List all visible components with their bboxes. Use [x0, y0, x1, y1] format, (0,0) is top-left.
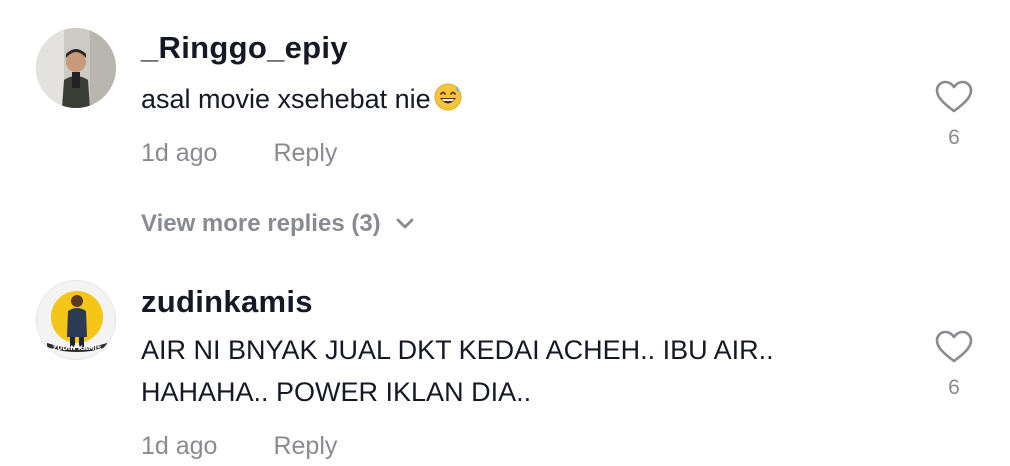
heart-outline-icon[interactable] — [935, 80, 973, 114]
username[interactable]: _Ringgo_epiy — [141, 30, 348, 66]
chevron-down-icon — [396, 218, 414, 229]
username[interactable]: zudinkamis — [141, 284, 313, 320]
comment-meta: 1d ago Reply — [141, 139, 337, 168]
timestamp: 1d ago — [141, 139, 218, 167]
comment-text-line: HAHAHA.. POWER IKLAN DIA.. — [141, 377, 532, 407]
like-button[interactable]: 6 — [926, 80, 982, 150]
comment-text-line: AIR NI BNYAK JUAL DKT KEDAI ACHEH.. IBU … — [141, 335, 774, 365]
reply-button[interactable]: Reply — [273, 432, 337, 461]
view-more-replies-button[interactable]: View more replies (3) — [141, 210, 415, 238]
avatar[interactable] — [36, 28, 116, 108]
comment-text: asal movie xsehebat nie — [141, 77, 463, 126]
like-count: 6 — [948, 126, 960, 149]
avatar-photo — [36, 28, 116, 108]
avatar-logo: ZUDIN KAMIS — [37, 281, 115, 359]
like-button[interactable]: 6 — [926, 330, 982, 400]
view-more-replies-label: View more replies (3) — [141, 210, 381, 237]
grinning-sweat-emoji — [433, 81, 463, 126]
heart-outline-icon[interactable] — [935, 330, 973, 364]
comment-meta: 1d ago Reply — [141, 432, 337, 461]
avatar-logo-text: ZUDIN KAMIS — [52, 344, 101, 352]
reply-button[interactable]: Reply — [273, 139, 337, 168]
timestamp: 1d ago — [141, 432, 218, 460]
avatar[interactable]: ZUDIN KAMIS — [36, 280, 116, 360]
like-count: 6 — [948, 376, 960, 399]
